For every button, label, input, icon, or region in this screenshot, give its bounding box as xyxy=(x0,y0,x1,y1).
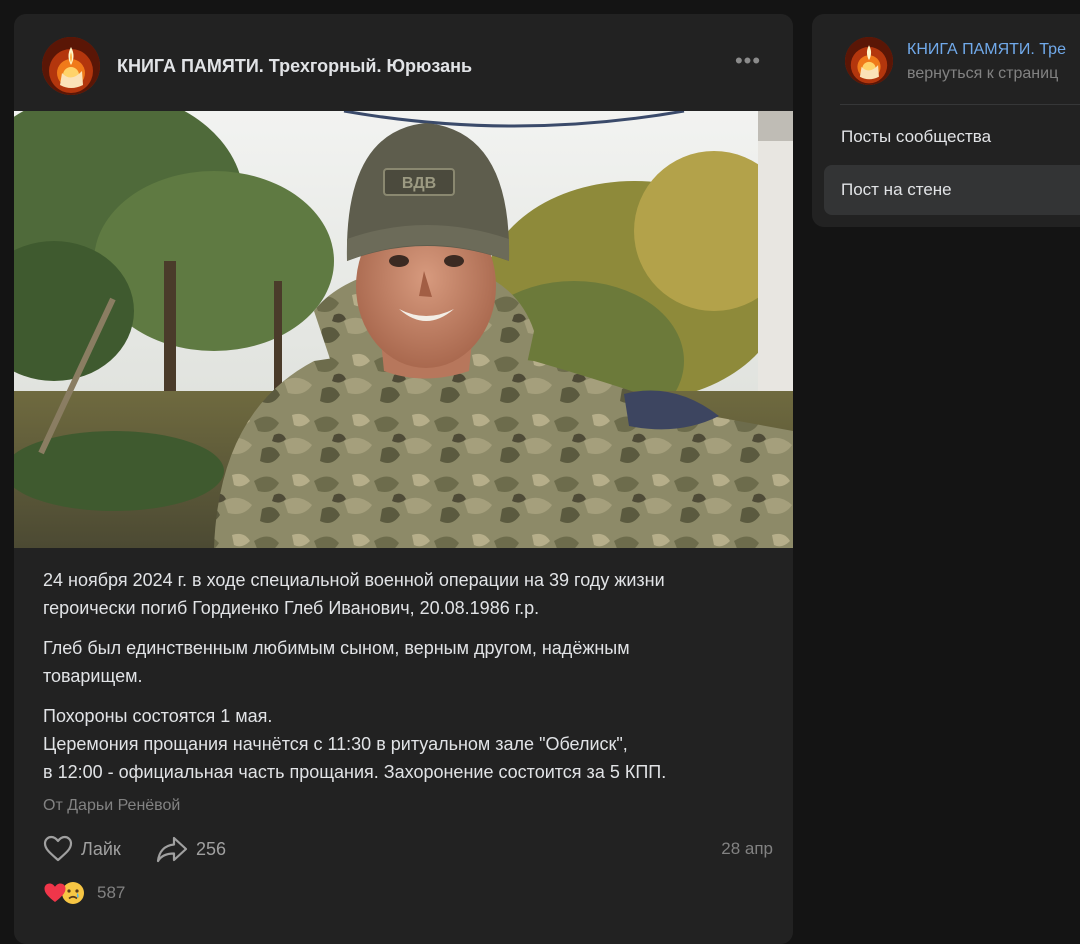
post-text: 24 ноября 2024 г. в ходе специальной вое… xyxy=(43,566,773,798)
memorial-candle-icon xyxy=(42,37,100,95)
reactions-summary[interactable]: 587 xyxy=(43,880,125,906)
share-count: 256 xyxy=(196,838,227,859)
sidebar-divider xyxy=(840,104,1080,105)
wall-post-card: КНИГА ПАМЯТИ. Трехгорный. Юрюзань ••• ВД… xyxy=(14,14,793,944)
post-photo[interactable]: ВДВ xyxy=(14,111,793,548)
share-button[interactable]: 256 xyxy=(156,832,226,866)
reactions-count: 587 xyxy=(97,883,126,902)
post-actions: Лайк 256 28 апр xyxy=(43,832,773,866)
community-avatar[interactable] xyxy=(42,37,100,95)
sidebar-item-wall-post[interactable]: Пост на стене xyxy=(824,165,1080,215)
post-date[interactable]: 28 апр xyxy=(721,839,773,859)
sidebar-item-community-posts[interactable]: Посты сообщества xyxy=(824,112,1080,162)
ellipsis-icon[interactable]: ••• xyxy=(733,50,763,78)
post-author-name[interactable]: КНИГА ПАМЯТИ. Трехгорный. Юрюзань xyxy=(117,56,472,77)
hat-patch-text: ВДВ xyxy=(402,175,436,192)
sidebar-community-avatar[interactable] xyxy=(845,37,893,85)
like-button[interactable]: Лайк xyxy=(43,832,121,866)
community-sidebar: КНИГА ПАМЯТИ. Тре вернуться к страниц По… xyxy=(812,14,1080,227)
like-label: Лайк xyxy=(81,838,121,859)
sidebar-back-link[interactable]: вернуться к страниц xyxy=(907,65,1058,83)
post-paragraph: 24 ноября 2024 г. в ходе специальной вое… xyxy=(43,570,665,618)
post-header: КНИГА ПАМЯТИ. Трехгорный. Юрюзань ••• xyxy=(14,14,793,111)
post-paragraph: Похороны состоятся 1 мая. Церемония прощ… xyxy=(43,706,667,782)
red-heart-emoji xyxy=(43,881,67,905)
memorial-candle-icon xyxy=(845,37,893,85)
post-paragraph: Глеб был единственным любимым сыном, вер… xyxy=(43,638,630,686)
heart-outline-icon xyxy=(43,835,73,862)
share-arrow-icon xyxy=(156,836,188,863)
soldier-portrait-photo: ВДВ xyxy=(14,111,793,548)
sidebar-community-title[interactable]: КНИГА ПАМЯТИ. Тре xyxy=(907,41,1066,59)
post-signer[interactable]: От Дарьи Ренёвой xyxy=(43,797,180,815)
